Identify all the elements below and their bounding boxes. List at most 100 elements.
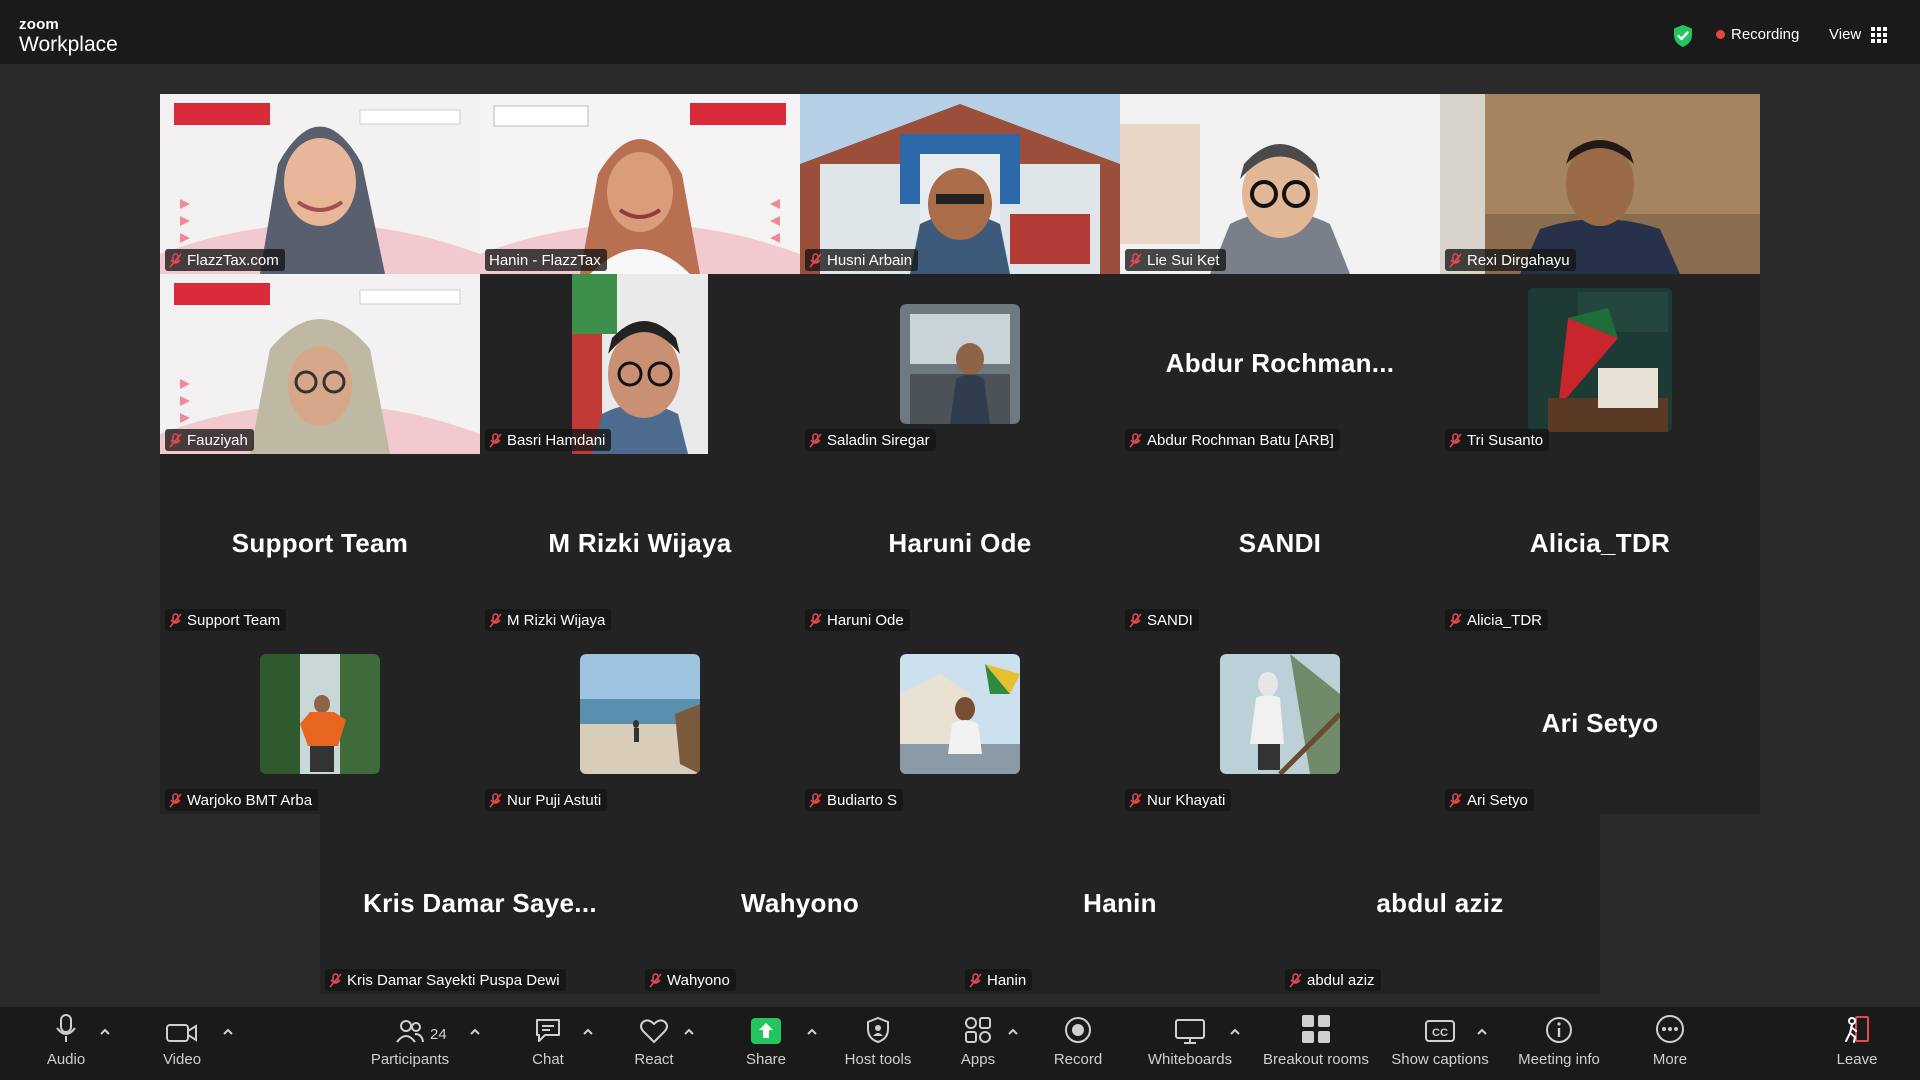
participant-tile[interactable]: SANDI SANDI <box>1120 454 1440 634</box>
participant-tile[interactable]: Hanin Hanin <box>960 814 1280 994</box>
share-arrow-icon <box>751 1018 781 1044</box>
muted-mic-icon <box>1289 972 1302 988</box>
participant-tile[interactable]: Nur Khayati <box>1120 634 1440 814</box>
participant-nametag: Kris Damar Sayekti Puspa Dewi <box>325 969 566 991</box>
video-label: Video <box>162 1051 202 1068</box>
view-button[interactable]: View <box>1829 26 1888 43</box>
muted-mic-icon <box>809 432 822 448</box>
participant-display-name: M Rizki Wijaya <box>548 528 732 558</box>
participant-tile[interactable]: Wahyono Wahyono <box>640 814 960 994</box>
participant-nametag: Saladin Siregar <box>805 429 936 451</box>
recording-indicator[interactable]: Recording <box>1716 26 1799 43</box>
participant-avatar <box>900 304 1020 424</box>
participant-video <box>572 274 708 454</box>
participant-tile[interactable]: Ari Setyo Ari Setyo <box>1440 634 1760 814</box>
apps-button[interactable]: Apps <box>958 1007 998 1080</box>
muted-mic-icon <box>1449 432 1462 448</box>
participant-tile[interactable]: Basri Hamdani <box>480 274 800 454</box>
react-button[interactable]: React <box>629 1007 679 1080</box>
participant-tile[interactable]: Alicia_TDR Alicia_TDR <box>1440 454 1760 634</box>
participants-button[interactable]: Participants <box>360 1007 460 1080</box>
show-captions-button[interactable]: CC Show captions <box>1389 1007 1491 1080</box>
apps-icon <box>965 1017 991 1043</box>
participant-display-name: Abdur Rochman... <box>1165 348 1395 378</box>
chat-options-chevron-icon[interactable] <box>582 1027 594 1037</box>
whiteboards-button[interactable]: Whiteboards <box>1144 1007 1236 1080</box>
participant-nametag: Basri Hamdani <box>485 429 612 451</box>
apps-options-chevron-icon[interactable] <box>1007 1027 1019 1037</box>
meeting-info-button[interactable]: Meeting info <box>1512 1007 1606 1080</box>
more-button[interactable]: More <box>1648 1007 1692 1080</box>
participant-name: Alicia_TDR <box>1467 611 1543 629</box>
participant-tile[interactable]: Fauziyah <box>160 274 480 454</box>
heart-icon <box>640 1019 668 1043</box>
muted-mic-icon <box>1449 612 1462 628</box>
participant-tile[interactable]: Tri Susanto <box>1440 274 1760 454</box>
chat-button[interactable]: Chat <box>523 1007 573 1080</box>
participant-name: Kris Damar Sayekti Puspa Dewi <box>347 971 560 989</box>
participant-tile[interactable]: FlazzTax.com <box>160 94 480 274</box>
participant-tile[interactable]: M Rizki Wijaya M Rizki Wijaya <box>480 454 800 634</box>
participant-name: Abdur Rochman Batu [ARB] <box>1147 431 1334 449</box>
grid-view-icon <box>1871 26 1888 43</box>
breakout-rooms-button[interactable]: Breakout rooms <box>1259 1007 1373 1080</box>
participant-nametag: Abdur Rochman Batu [ARB] <box>1125 429 1340 451</box>
participant-tile[interactable]: abdul aziz abdul aziz <box>1280 814 1600 994</box>
participant-tile[interactable]: Budiarto S <box>800 634 1120 814</box>
participant-name: M Rizki Wijaya <box>507 611 606 629</box>
participant-tile[interactable]: Kris Damar Saye... Kris Damar Sayekti Pu… <box>320 814 640 994</box>
share-button[interactable]: Share <box>741 1007 791 1080</box>
participant-tile[interactable]: Lie Sui Ket <box>1120 94 1440 274</box>
record-button[interactable]: Record <box>1052 1007 1104 1080</box>
participant-tile[interactable]: Support Team Support Team <box>160 454 480 634</box>
participant-name: abdul aziz <box>1307 971 1375 989</box>
audio-button[interactable]: Audio <box>38 1007 94 1080</box>
captions-options-chevron-icon[interactable] <box>1476 1027 1488 1037</box>
more-dots-icon <box>1656 1015 1684 1043</box>
participant-nametag: Support Team <box>165 609 287 631</box>
video-options-chevron-icon[interactable] <box>222 1027 234 1037</box>
participant-nametag: M Rizki Wijaya <box>485 609 612 631</box>
participant-name: Basri Hamdani <box>507 431 606 449</box>
video-gallery: FlazzTax.com Hanin - FlazzTax Husni Arba… <box>0 64 1920 1007</box>
participant-tile[interactable]: Haruni Ode Haruni Ode <box>800 454 1120 634</box>
participant-name: Ari Setyo <box>1467 791 1528 809</box>
share-options-chevron-icon[interactable] <box>806 1027 818 1037</box>
participant-name: Budiarto S <box>827 791 898 809</box>
participant-nametag: FlazzTax.com <box>165 249 285 271</box>
audio-options-chevron-icon[interactable] <box>99 1027 111 1037</box>
participants-icon <box>396 1020 424 1043</box>
whiteboards-label: Whiteboards <box>1147 1051 1233 1068</box>
muted-mic-icon <box>1129 432 1142 448</box>
breakout-rooms-label: Breakout rooms <box>1263 1051 1369 1068</box>
apps-label: Apps <box>960 1051 996 1068</box>
participant-name: Husni Arbain <box>827 251 913 269</box>
participant-name: Haruni Ode <box>827 611 904 629</box>
leave-label: Leave <box>1836 1051 1878 1068</box>
participant-tile-active-speaker[interactable]: Hanin - FlazzTax <box>480 94 800 274</box>
breakout-grid-icon <box>1302 1015 1330 1043</box>
participants-label: Participants <box>370 1051 450 1068</box>
participant-name: Hanin <box>987 971 1027 989</box>
participants-options-chevron-icon[interactable] <box>469 1027 481 1037</box>
whiteboards-options-chevron-icon[interactable] <box>1229 1027 1241 1037</box>
leave-icon <box>1845 1016 1869 1043</box>
participant-tile[interactable]: Abdur Rochman... Abdur Rochman Batu [ARB… <box>1120 274 1440 454</box>
participant-tile[interactable]: Warjoko BMT Arba <box>160 634 480 814</box>
participant-tile[interactable]: Nur Puji Astuti <box>480 634 800 814</box>
participant-avatar <box>1220 654 1340 774</box>
video-button[interactable]: Video <box>152 1007 212 1080</box>
leave-button[interactable]: Leave <box>1834 1007 1880 1080</box>
react-options-chevron-icon[interactable] <box>683 1027 695 1037</box>
participant-nametag: Ari Setyo <box>1445 789 1534 811</box>
shield-check-icon[interactable] <box>1672 24 1694 48</box>
participant-video <box>800 94 1120 274</box>
record-icon <box>1065 1017 1091 1043</box>
participant-name: Warjoko BMT Arba <box>187 791 313 809</box>
participant-tile[interactable]: Rexi Dirgahayu <box>1440 94 1760 274</box>
participant-tile[interactable]: Saladin Siregar <box>800 274 1120 454</box>
participant-name: Hanin - FlazzTax <box>489 251 601 269</box>
host-tools-button[interactable]: Host tools <box>840 1007 916 1080</box>
muted-mic-icon <box>969 972 982 988</box>
participant-tile[interactable]: Husni Arbain <box>800 94 1120 274</box>
